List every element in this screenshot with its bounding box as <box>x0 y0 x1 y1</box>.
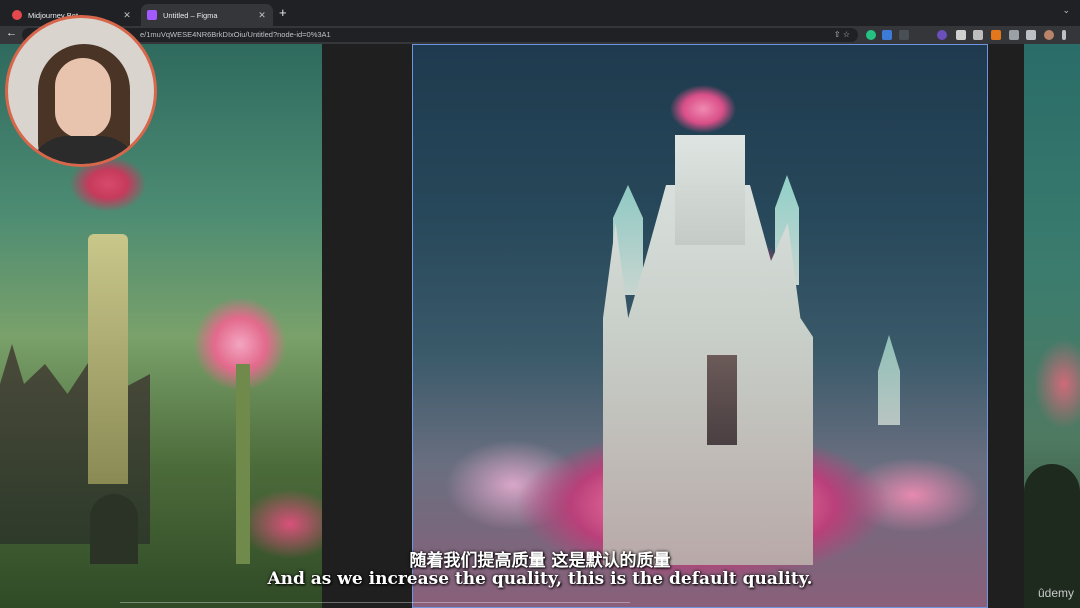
tab-bar: Midjourney Bot ✕ Untitled – Figma ✕ + ⌄ <box>0 0 1080 26</box>
url-text: e/1muVqWESE4NR6BrkDIxOiu/Untitled?node-i… <box>140 30 331 39</box>
tab-figma[interactable]: Untitled – Figma ✕ <box>141 4 273 26</box>
extension-icon[interactable] <box>937 30 947 40</box>
discord-icon <box>12 10 22 20</box>
video-progress-bar[interactable] <box>120 602 630 603</box>
selected-castle-image[interactable] <box>412 44 988 608</box>
avatar[interactable] <box>1044 30 1054 40</box>
figma-canvas[interactable] <box>0 44 1080 608</box>
bookmark-star-icon[interactable]: ⇧ ☆ <box>834 28 850 42</box>
flower-tree-stem <box>236 364 250 564</box>
extension-icon[interactable] <box>973 30 983 40</box>
close-icon[interactable]: ✕ <box>122 10 132 21</box>
puzzle-icon[interactable] <box>1009 30 1019 40</box>
new-tab-button[interactable]: + <box>279 5 287 21</box>
presenter-face <box>55 58 111 138</box>
castle-image-right[interactable] <box>1024 44 1080 608</box>
extension-icon[interactable] <box>956 30 966 40</box>
canvas-gap <box>322 44 412 608</box>
webcam-overlay <box>5 15 157 167</box>
figma-icon <box>147 10 157 20</box>
close-icon[interactable]: ✕ <box>257 10 267 21</box>
subtitle-chinese: 随着我们提高质量 这是默认的质量 <box>409 551 671 571</box>
subtitle-english: And as we increase the quality, this is … <box>267 569 813 589</box>
tower-shape <box>675 135 745 245</box>
tab-title: Untitled – Figma <box>163 10 218 20</box>
kebab-menu-icon[interactable] <box>1062 30 1066 40</box>
extension-icon[interactable] <box>866 30 876 40</box>
window-shape <box>707 355 737 445</box>
extension-icon[interactable] <box>991 30 1001 40</box>
extension-icon[interactable] <box>882 30 892 40</box>
browser-toolbar: ← e/1muVqWESE4NR6BrkDIxOiu/Untitled?node… <box>0 26 1080 44</box>
udemy-watermark: ûdemy <box>1037 586 1074 600</box>
side-panel-icon[interactable] <box>1026 30 1036 40</box>
tower-shape <box>88 234 128 484</box>
tab-search-icon[interactable]: ⌄ <box>1062 5 1070 16</box>
address-bar[interactable]: e/1muVqWESE4NR6BrkDIxOiu/Untitled?node-i… <box>22 28 858 42</box>
extension-icon[interactable] <box>899 30 909 40</box>
back-button[interactable]: ← <box>6 27 17 39</box>
spire-shape <box>878 335 900 425</box>
